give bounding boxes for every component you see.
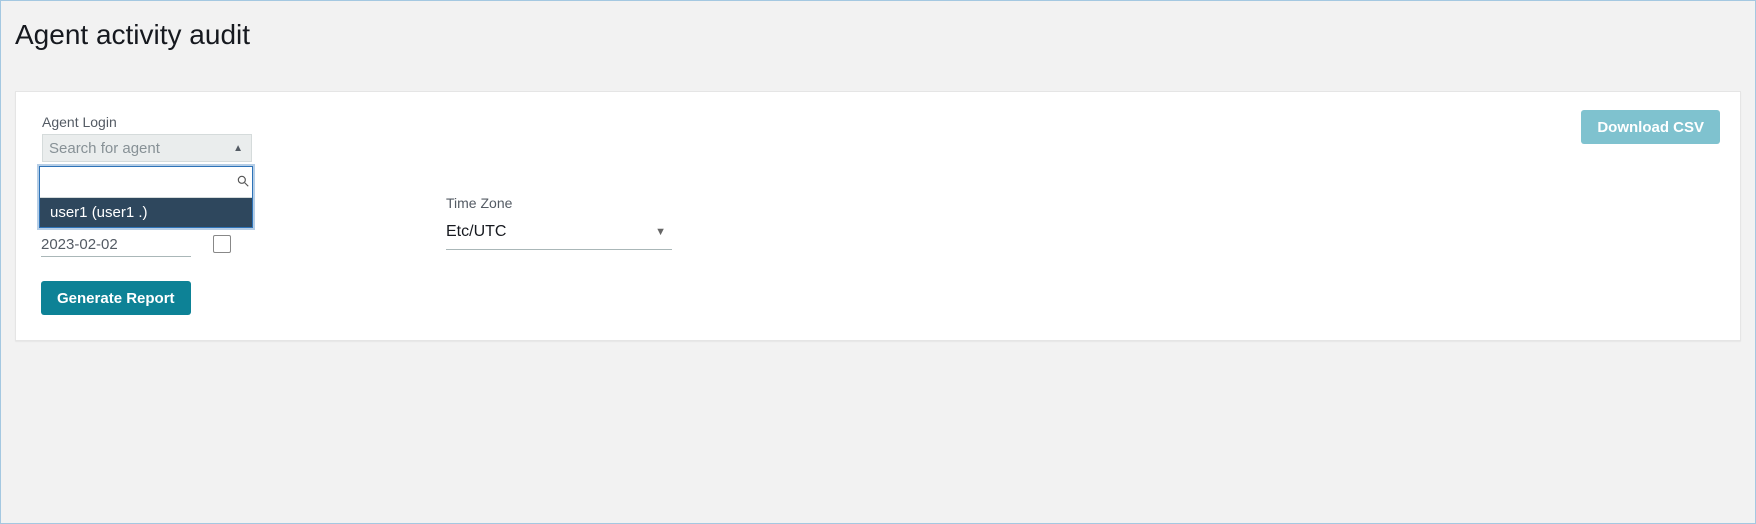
timezone-field: Time Zone Etc/UTC ▼ bbox=[446, 195, 672, 250]
agent-search-input[interactable] bbox=[40, 167, 233, 197]
date-field[interactable]: 2023-02-02 bbox=[41, 235, 231, 253]
agent-login-dropdown: user1 (user1 .) bbox=[39, 166, 253, 228]
generate-report-button[interactable]: Generate Report bbox=[41, 281, 191, 315]
timezone-select[interactable]: Etc/UTC ▼ bbox=[446, 217, 672, 250]
agent-search-row bbox=[40, 167, 252, 198]
date-value: 2023-02-02 bbox=[41, 236, 118, 253]
caret-up-icon: ▲ bbox=[233, 143, 243, 154]
caret-down-icon: ▼ bbox=[655, 226, 666, 238]
agent-login-combobox[interactable]: Search for agent ▲ bbox=[42, 134, 252, 162]
timezone-value: Etc/UTC bbox=[446, 223, 506, 241]
download-csv-wrap: Download CSV bbox=[1581, 110, 1720, 144]
calendar-icon bbox=[213, 235, 231, 253]
agent-login-label: Agent Login bbox=[42, 114, 1714, 130]
agent-login-field: Agent Login Search for agent ▲ bbox=[42, 114, 1714, 162]
download-csv-button[interactable]: Download CSV bbox=[1581, 110, 1720, 144]
date-underline bbox=[41, 256, 191, 257]
agent-option[interactable]: user1 (user1 .) bbox=[40, 198, 252, 227]
generate-report-wrap: Generate Report bbox=[41, 281, 191, 315]
agent-login-placeholder: Search for agent bbox=[49, 140, 160, 157]
search-icon bbox=[233, 174, 252, 191]
app-frame: Agent activity audit Download CSV Agent … bbox=[0, 0, 1756, 524]
page-title: Agent activity audit bbox=[1, 1, 1755, 51]
timezone-label: Time Zone bbox=[446, 195, 672, 211]
report-criteria-card: Download CSV Agent Login Search for agen… bbox=[15, 91, 1741, 341]
